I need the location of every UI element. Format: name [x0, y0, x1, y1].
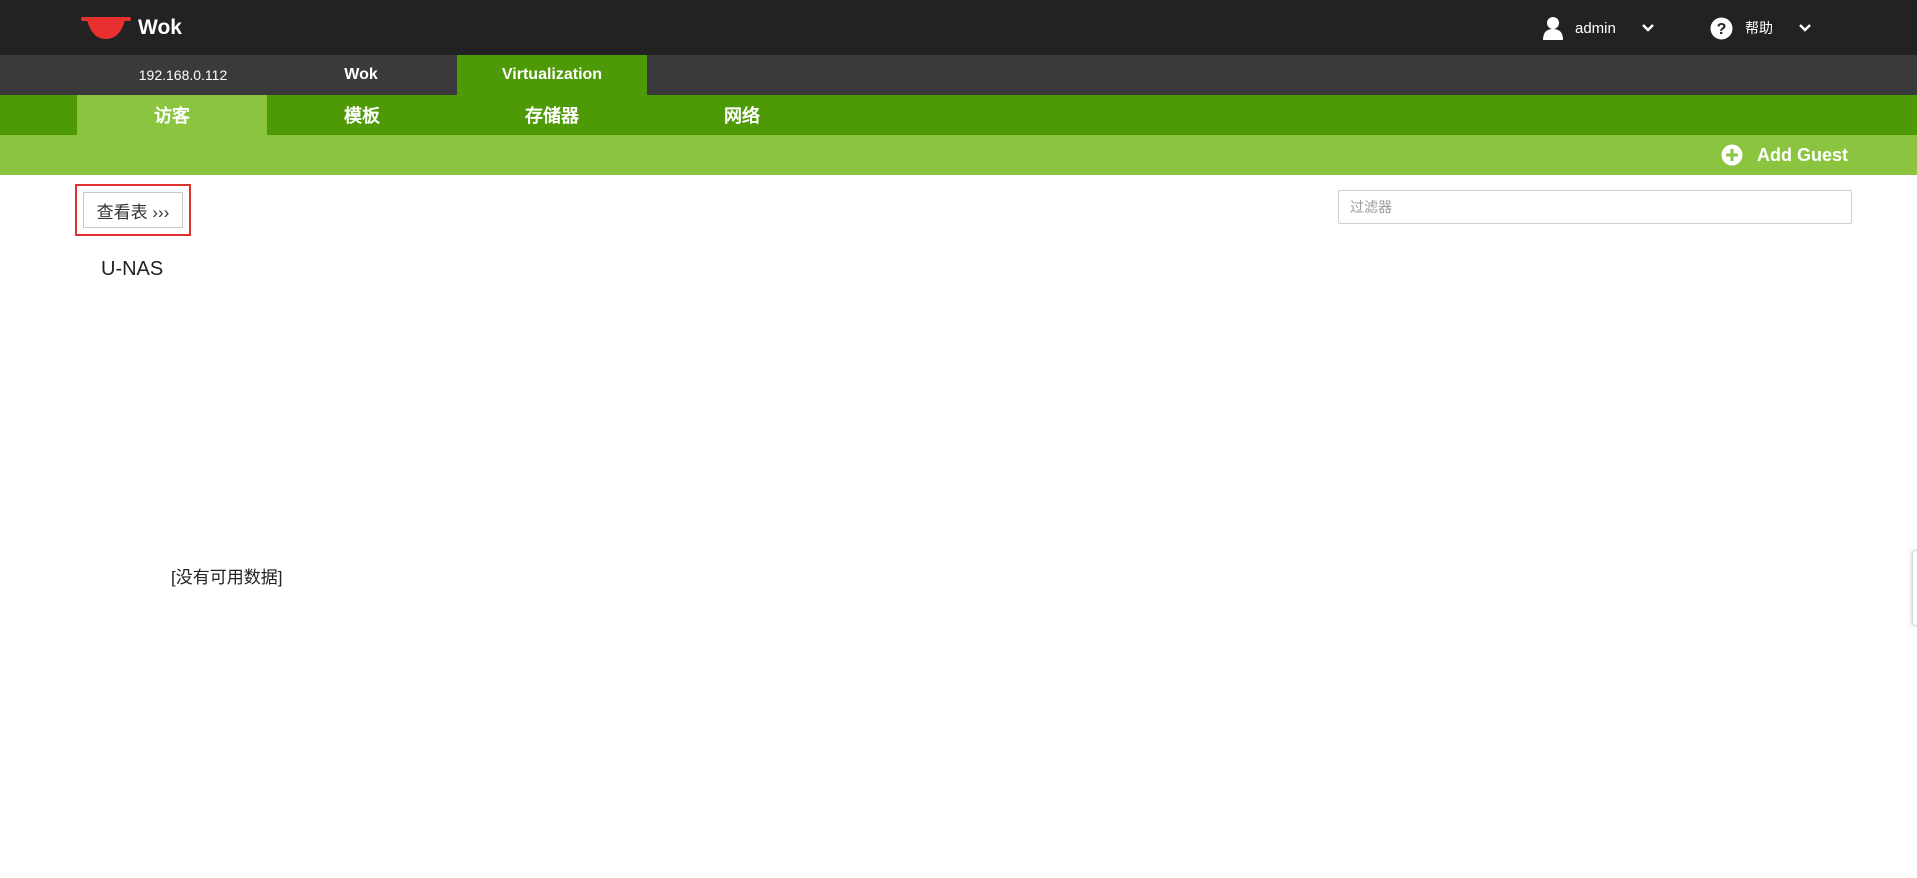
add-guest-button[interactable]: Add Guest: [1721, 135, 1848, 175]
tab-templates[interactable]: 模板: [267, 95, 457, 135]
wok-pan-icon: [80, 15, 132, 41]
user-menu[interactable]: admin: [1543, 14, 1654, 42]
add-guest-label: Add Guest: [1756, 144, 1848, 165]
action-bar: Add Guest: [0, 135, 1917, 175]
brand-logo[interactable]: Wok: [80, 14, 182, 42]
view-table-button[interactable]: 查看表 ›››: [83, 192, 183, 228]
help-menu[interactable]: ? 帮助: [1710, 14, 1811, 42]
user-icon: [1543, 16, 1563, 40]
tab-guests[interactable]: 访客: [77, 95, 267, 135]
top-header: Wok admin ? 帮助: [0, 0, 1917, 55]
guest-name: U-NAS: [101, 258, 164, 280]
help-icon: ?: [1710, 17, 1733, 40]
brand-name: Wok: [138, 16, 182, 39]
tab-storage[interactable]: 存储器: [457, 95, 647, 135]
chevron-down-icon: [1641, 24, 1654, 32]
user-menu-label: admin: [1575, 19, 1616, 37]
help-menu-label: 帮助: [1745, 20, 1773, 36]
plus-circle-icon: [1721, 144, 1743, 166]
view-toggle-highlight: 查看表 ›››: [75, 184, 191, 236]
chevron-down-icon: [1799, 24, 1811, 32]
no-data-message: [没有可用数据]: [171, 568, 283, 587]
tab-host-ip[interactable]: 192.168.0.112: [88, 55, 278, 95]
tab-network[interactable]: 网络: [647, 95, 837, 135]
svg-text:?: ?: [1717, 21, 1727, 38]
tab-wok[interactable]: Wok: [266, 55, 456, 95]
filter-input[interactable]: [1338, 190, 1852, 224]
sub-tab-bar: 访客 模板 存储器 网络: [0, 95, 1917, 135]
tab-virtualization[interactable]: Virtualization: [457, 55, 647, 95]
side-panel-handle[interactable]: [1912, 550, 1917, 626]
host-tab-bar: 192.168.0.112 Wok Virtualization: [0, 55, 1917, 95]
